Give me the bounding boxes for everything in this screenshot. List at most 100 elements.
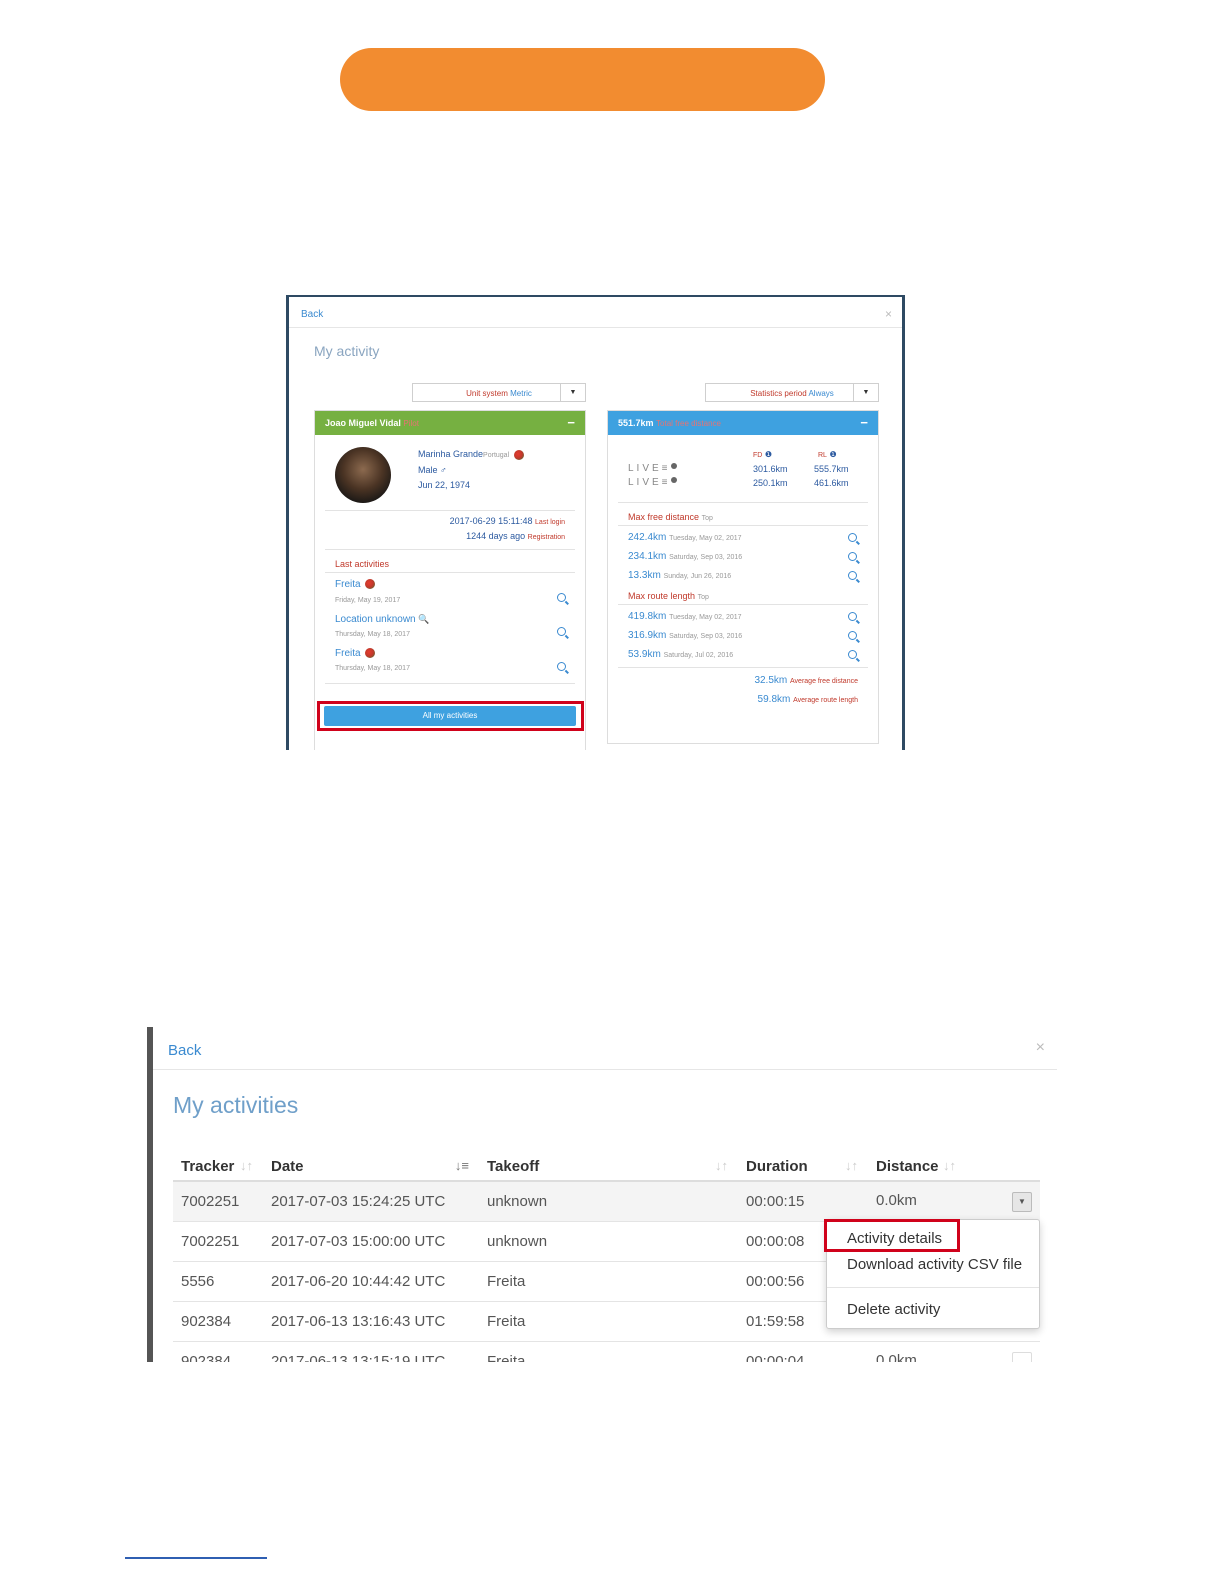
download-csv-menu-item[interactable]: Download activity CSV file bbox=[847, 1256, 1022, 1273]
tracker-cell: 7002251 bbox=[173, 1221, 263, 1262]
tracker-cell: 7002251 bbox=[173, 1181, 263, 1222]
chevron-down-icon[interactable]: ▼ bbox=[853, 384, 878, 401]
live-2-fd: 250.1km bbox=[753, 478, 788, 488]
search-icon[interactable] bbox=[848, 612, 857, 621]
collapse-icon[interactable]: − bbox=[567, 411, 575, 435]
takeoff-cell: unknown bbox=[479, 1221, 738, 1262]
header-divider bbox=[289, 327, 902, 328]
date-cell: 2017-06-20 10:44:42 UTC bbox=[263, 1261, 479, 1302]
chevron-down-icon[interactable]: ▼ bbox=[560, 384, 585, 401]
last-activities-title: Last activities bbox=[335, 559, 390, 569]
delete-activity-menu-item[interactable]: Delete activity bbox=[847, 1301, 940, 1318]
page-title: My activities bbox=[173, 1092, 299, 1118]
tracker-cell: 5556 bbox=[173, 1261, 263, 1302]
sort-icon[interactable]: ↓↑ bbox=[943, 1158, 956, 1173]
tracker-cell: 902384 bbox=[173, 1301, 263, 1342]
portugal-flag-icon bbox=[365, 579, 376, 590]
last-login-label: Last login bbox=[535, 519, 565, 526]
max-route-1: 419.8km Tuesday, May 02, 2017 bbox=[628, 611, 742, 622]
sort-icon[interactable]: ↓↑ bbox=[845, 1158, 858, 1173]
search-icon[interactable] bbox=[848, 631, 857, 640]
profile-panel-header: Joao Miguel Vidal Pilot − bbox=[315, 411, 585, 435]
sort-icon[interactable]: ↓↑ bbox=[715, 1158, 728, 1173]
live-logo-2: LIVE≡ bbox=[628, 477, 677, 488]
unit-system-select[interactable]: Unit system Metric ▼ bbox=[412, 383, 586, 402]
info-icon: ❶ bbox=[829, 450, 837, 459]
divider bbox=[618, 604, 868, 605]
search-icon[interactable] bbox=[557, 593, 566, 602]
divider bbox=[325, 510, 575, 511]
date-cell: 2017-06-13 13:15:19 UTC bbox=[263, 1341, 479, 1362]
max-route-2: 316.9km Saturday, Sep 03, 2016 bbox=[628, 630, 743, 641]
search-icon[interactable] bbox=[557, 627, 566, 636]
search-icon[interactable] bbox=[848, 533, 857, 542]
rl-column-header: RL ❶ bbox=[818, 450, 837, 459]
stats-panel: 551.7km Total free distance − FD ❶ RL ❶ … bbox=[607, 410, 879, 744]
back-link[interactable]: Back bbox=[301, 309, 323, 320]
activity-2-date: Thursday, May 18, 2017 bbox=[335, 631, 410, 638]
table-row[interactable]: 7002251 2017-07-03 15:24:25 UTC unknown … bbox=[173, 1181, 1040, 1222]
column-distance[interactable]: Distance ↓↑ bbox=[868, 1152, 1040, 1182]
info-icon bbox=[670, 477, 677, 483]
registration-label: Registration bbox=[527, 534, 565, 541]
info-icon: ❶ bbox=[764, 450, 773, 459]
collapse-icon[interactable]: − bbox=[860, 411, 868, 435]
row-actions-dropdown[interactable]: ▼ bbox=[1012, 1191, 1032, 1212]
max-free-2: 234.1km Saturday, Sep 03, 2016 bbox=[628, 551, 743, 562]
last-login: 2017-06-29 15:11:48 Last login bbox=[450, 516, 565, 526]
live-1-rl: 555.7km bbox=[814, 464, 849, 474]
fd-column-header: FD ❶ bbox=[753, 450, 773, 459]
column-tracker[interactable]: Tracker ↓↑ bbox=[173, 1152, 263, 1182]
max-free-1: 242.4km Tuesday, May 02, 2017 bbox=[628, 532, 742, 543]
menu-divider bbox=[827, 1287, 1039, 1288]
divider bbox=[618, 525, 868, 526]
distance-cell: 0.0km bbox=[868, 1341, 1040, 1362]
statistics-period-label: Statistics period bbox=[750, 389, 807, 398]
activity-3-date: Thursday, May 18, 2017 bbox=[335, 665, 410, 672]
column-takeoff[interactable]: Takeoff ↓↑ bbox=[479, 1152, 738, 1182]
header-divider bbox=[153, 1069, 1057, 1070]
birthdate: Jun 22, 1974 bbox=[418, 480, 471, 490]
sort-desc-icon[interactable]: ↓≡ bbox=[455, 1158, 469, 1173]
search-icon[interactable] bbox=[557, 662, 566, 671]
registration-value: 1244 days ago bbox=[466, 531, 526, 541]
divider bbox=[618, 667, 868, 668]
average-free-distance: 32.5km Average free distance bbox=[754, 675, 858, 686]
registration: 1244 days ago Registration bbox=[466, 531, 565, 541]
column-duration[interactable]: Duration ↓↑ bbox=[738, 1152, 868, 1182]
orange-banner bbox=[340, 48, 825, 111]
date-cell: 2017-06-13 13:16:43 UTC bbox=[263, 1301, 479, 1342]
profile-panel: Joao Miguel Vidal Pilot − Marinha Grande… bbox=[314, 410, 586, 750]
stats-panel-header: 551.7km Total free distance − bbox=[608, 411, 878, 435]
date-cell: 2017-07-03 15:24:25 UTC bbox=[263, 1181, 479, 1222]
divider bbox=[325, 549, 575, 550]
my-activities-modal: Back × My activities Tracker ↓↑ Date ↓≡ Ta… bbox=[147, 1027, 1057, 1362]
takeoff-cell: unknown bbox=[479, 1181, 738, 1222]
max-route-title: Max route length Top bbox=[628, 591, 709, 601]
statistics-period-select[interactable]: Statistics period Always ▼ bbox=[705, 383, 879, 402]
divider bbox=[325, 683, 575, 684]
search-icon[interactable] bbox=[848, 571, 857, 580]
last-login-value: 2017-06-29 15:11:48 bbox=[449, 516, 533, 526]
search-icon[interactable] bbox=[848, 650, 857, 659]
max-free-3: 13.3km Sunday, Jun 26, 2016 bbox=[628, 570, 732, 581]
row-actions-dropdown[interactable] bbox=[1012, 1351, 1032, 1362]
activity-1-date: Friday, May 19, 2017 bbox=[335, 597, 401, 604]
table-row[interactable]: 902384 2017-06-13 13:15:19 UTC Freita 00… bbox=[173, 1341, 1040, 1362]
search-icon[interactable] bbox=[848, 552, 857, 561]
divider bbox=[618, 502, 868, 503]
highlight-box bbox=[824, 1219, 960, 1252]
table-header-row: Tracker ↓↑ Date ↓≡ Takeoff ↓↑ Duration ↓↑ Di… bbox=[173, 1152, 1040, 1182]
duration-cell: 00:00:04 bbox=[738, 1341, 868, 1362]
my-activity-modal: Back × My activity Unit system Metric ▼ … bbox=[286, 295, 905, 750]
tracker-cell: 902384 bbox=[173, 1341, 263, 1362]
portugal-flag-icon bbox=[365, 648, 376, 659]
back-link[interactable]: Back bbox=[168, 1042, 201, 1059]
close-icon[interactable]: × bbox=[1036, 1039, 1045, 1057]
portugal-flag-icon bbox=[513, 449, 524, 460]
location-country: Portugal bbox=[483, 452, 510, 459]
sort-icon[interactable]: ↓↑ bbox=[240, 1158, 253, 1173]
unit-system-label: Unit system bbox=[466, 389, 508, 398]
close-icon[interactable]: × bbox=[885, 307, 892, 321]
column-date[interactable]: Date ↓≡ bbox=[263, 1152, 479, 1182]
